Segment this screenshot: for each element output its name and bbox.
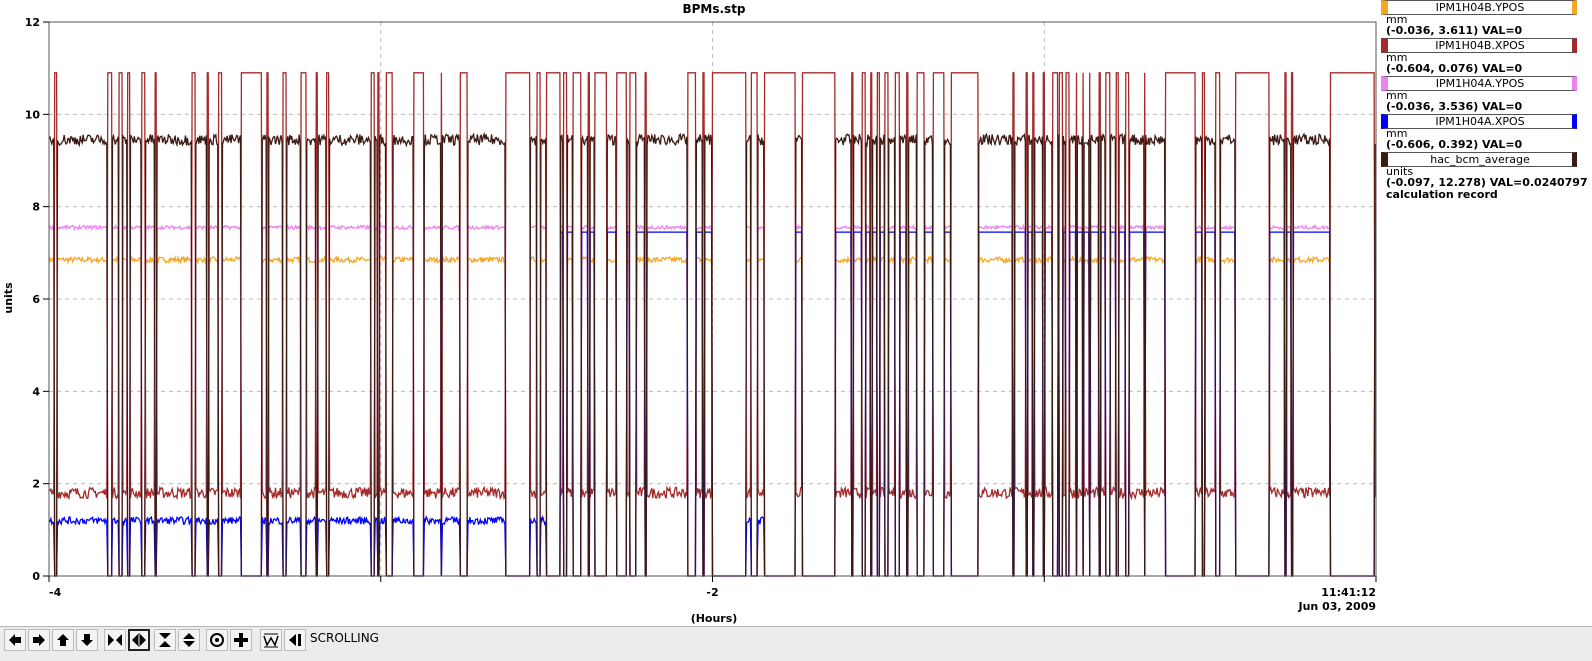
legend-item-value: (-0.036, 3.536) VAL=0 [1386,100,1523,113]
zoom-out-x-button[interactable] [128,629,150,651]
arrow-down-icon [81,634,93,646]
status-text: SCROLLING [310,631,379,645]
scroll-back-icon [289,634,301,646]
legend-item-extra: calculation record [1386,188,1498,201]
autoscale-icon [263,633,279,648]
arrow-up-button[interactable] [52,629,74,651]
arrow-down-button[interactable] [76,629,98,651]
x-tick-label: -2 [706,586,718,599]
arrow-up-icon [57,634,69,646]
y-tick-label: 6 [32,293,40,306]
zoom-out-y-icon [183,633,195,647]
y-tick-label: 0 [32,570,40,583]
legend: IPM1H04B.YPOS mm (-0.036, 3.611) VAL=0 IPM1… [1380,0,1592,210]
y-tick-label: 8 [32,201,40,214]
x-tick-label: -4 [49,586,62,599]
zoom-out-x-icon [132,633,146,647]
y-tick-label: 12 [25,16,40,29]
legend-item-name[interactable]: IPM1H04A.YPOS [1381,76,1577,91]
legend-item-value: (-0.036, 3.611) VAL=0 [1386,24,1523,37]
y-axis-label: units [2,282,15,314]
arrow-left-icon [9,634,21,646]
scroll-back-button[interactable] [284,629,306,651]
x-tick-label: 11:41:12 [1321,586,1376,599]
arrow-left-button[interactable] [4,629,26,651]
legend-item-name[interactable]: IPM1H04A.XPOS [1381,114,1577,129]
x-end-date: Jun 03, 2009 [1297,600,1376,613]
y-tick-label: 4 [32,385,40,398]
data-series [48,72,1377,577]
toolbar: SCROLLING [0,626,1592,661]
legend-item-value: (-0.606, 0.392) VAL=0 [1386,138,1523,151]
plus-icon [234,633,248,647]
legend-item-name[interactable]: IPM1H04B.YPOS [1381,0,1577,15]
arrow-right-button[interactable] [28,629,50,651]
plus-button[interactable] [230,629,252,651]
y-tick-label: 2 [32,478,40,491]
legend-item-name[interactable]: IPM1H04B.XPOS [1381,38,1577,53]
chart-title: BPMs.stp [682,2,745,16]
zoom-in-y-icon [159,633,171,647]
zoom-in-x-button[interactable] [104,629,126,651]
x-axis-label: (Hours) [691,612,738,625]
x-axis: -4 -2 11:41:12 [48,576,1377,599]
zoom-in-x-icon [108,634,122,646]
circle-icon [210,633,224,647]
legend-item-value: (-0.604, 0.076) VAL=0 [1386,62,1523,75]
y-axis: 0 2 4 6 8 10 12 [25,16,49,583]
circle-button[interactable] [206,629,228,651]
zoom-out-y-button[interactable] [178,629,200,651]
chart[interactable]: BPMs.stp 0 2 4 6 8 10 12 -4 -2 11:41:12 units (H… [0,0,1380,626]
arrow-right-icon [33,634,45,646]
autoscale-button[interactable] [260,629,282,651]
y-tick-label: 10 [25,108,41,121]
zoom-in-y-button[interactable] [154,629,176,651]
